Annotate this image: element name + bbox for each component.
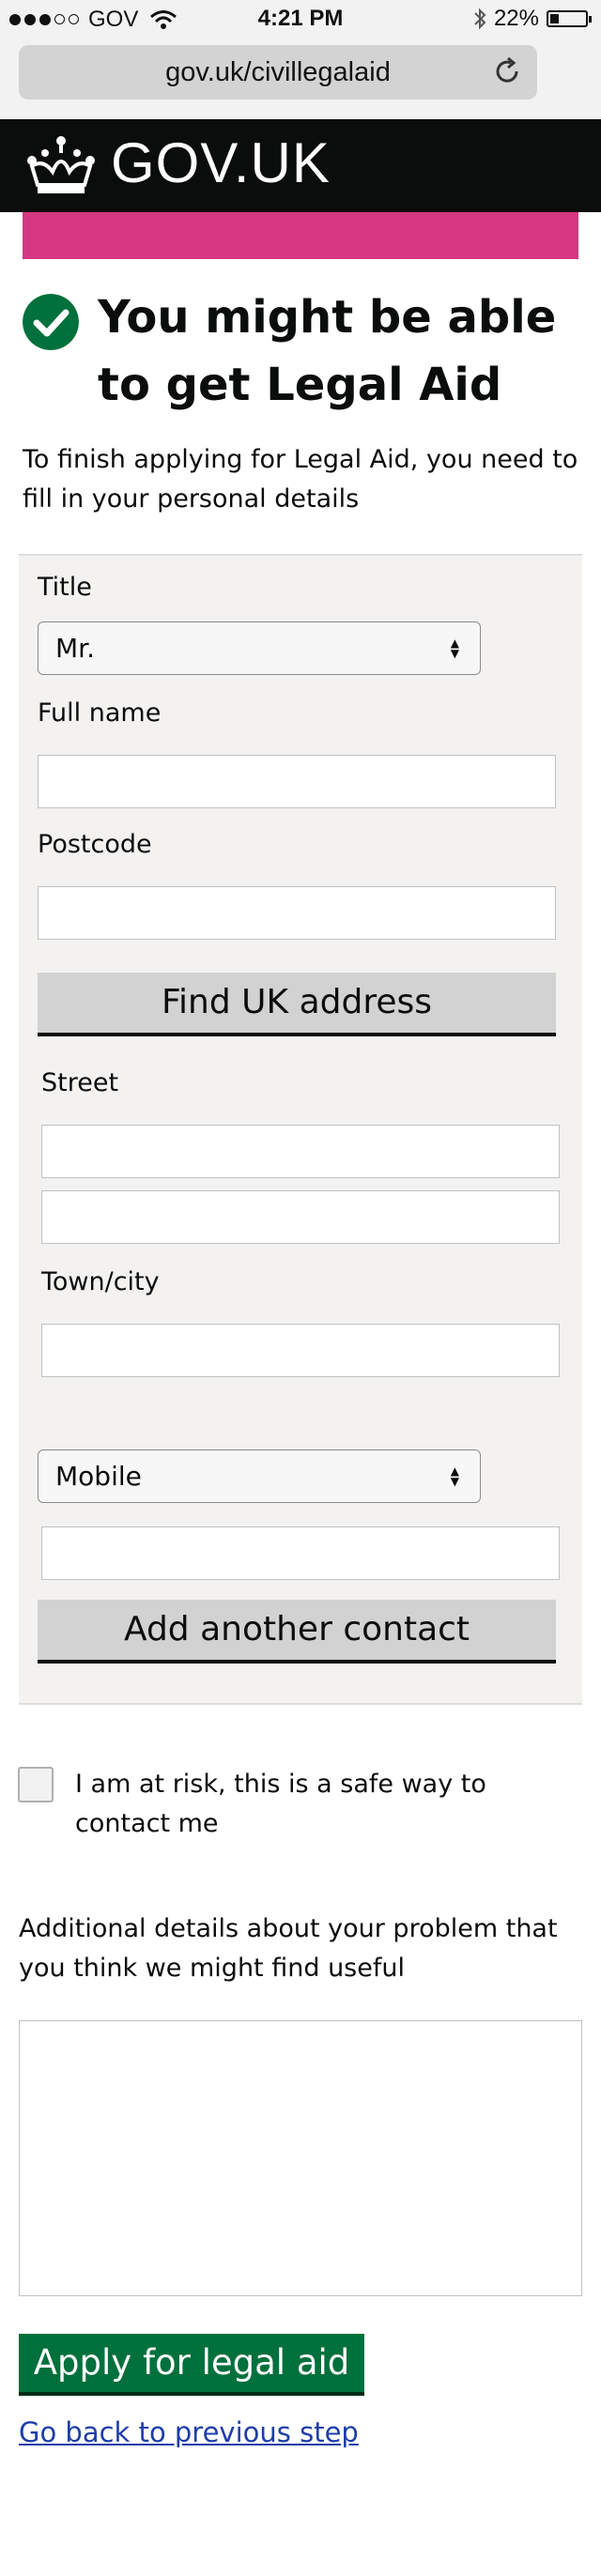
title-select[interactable]: Mr. ▲ ▼: [38, 621, 481, 675]
crown-icon[interactable]: [24, 134, 98, 196]
add-contact-button[interactable]: Add another contact: [38, 1600, 556, 1664]
postcode-label: Postcode: [38, 830, 152, 859]
town-label: Town/city: [41, 1267, 160, 1296]
contact-type-value: Mobile: [55, 1461, 142, 1492]
page-title: You might be able to get Legal Aid: [98, 291, 557, 411]
govuk-header: GOV.UK: [0, 119, 601, 212]
risk-checkbox[interactable]: [18, 1767, 54, 1802]
address-bar[interactable]: gov.uk/civillegalaid: [19, 45, 537, 100]
select-arrows-icon: ▲ ▼: [450, 1464, 459, 1488]
full-name-input[interactable]: [38, 755, 556, 808]
reload-icon[interactable]: [492, 56, 522, 86]
bluetooth-icon: [474, 8, 486, 30]
street-line2-input[interactable]: [41, 1190, 560, 1244]
back-link[interactable]: Go back to previous step: [19, 2416, 359, 2448]
status-right: 22%: [473, 6, 592, 32]
title-select-value: Mr.: [55, 633, 95, 664]
tick-icon: [23, 294, 79, 350]
intro-text: To finish applying for Legal Aid, you ne…: [23, 445, 578, 514]
risk-checkbox-label[interactable]: I am at risk, this is a safe way to cont…: [75, 1765, 582, 1844]
phase-banner: [23, 212, 578, 259]
full-name-label: Full name: [38, 698, 162, 728]
contact-number-input[interactable]: [41, 1526, 560, 1580]
postcode-input[interactable]: [38, 886, 556, 940]
select-arrows-icon: ▲ ▼: [450, 636, 459, 660]
street-label: Street: [41, 1068, 119, 1097]
personal-details-form: Title Mr. ▲ ▼ Full name Postcode Find UK …: [19, 554, 582, 1705]
battery-percent: 22%: [493, 6, 539, 31]
apply-button[interactable]: Apply for legal aid: [19, 2334, 364, 2396]
status-bar: GOV 4:21 PM 22%: [0, 0, 601, 41]
find-address-button[interactable]: Find UK address: [38, 973, 556, 1036]
battery-icon: [547, 10, 592, 27]
town-input[interactable]: [41, 1324, 560, 1377]
details-textarea[interactable]: [19, 2020, 582, 2296]
street-line1-input[interactable]: [41, 1125, 560, 1178]
url-text: gov.uk/civillegalaid: [165, 57, 391, 87]
govuk-logo-text[interactable]: GOV.UK: [111, 130, 331, 195]
title-label: Title: [38, 573, 92, 602]
details-label: Additional details about your problem th…: [19, 1914, 558, 1983]
contact-type-select[interactable]: Mobile ▲ ▼: [38, 1449, 481, 1503]
browser-toolbar: gov.uk/civillegalaid: [0, 41, 601, 119]
